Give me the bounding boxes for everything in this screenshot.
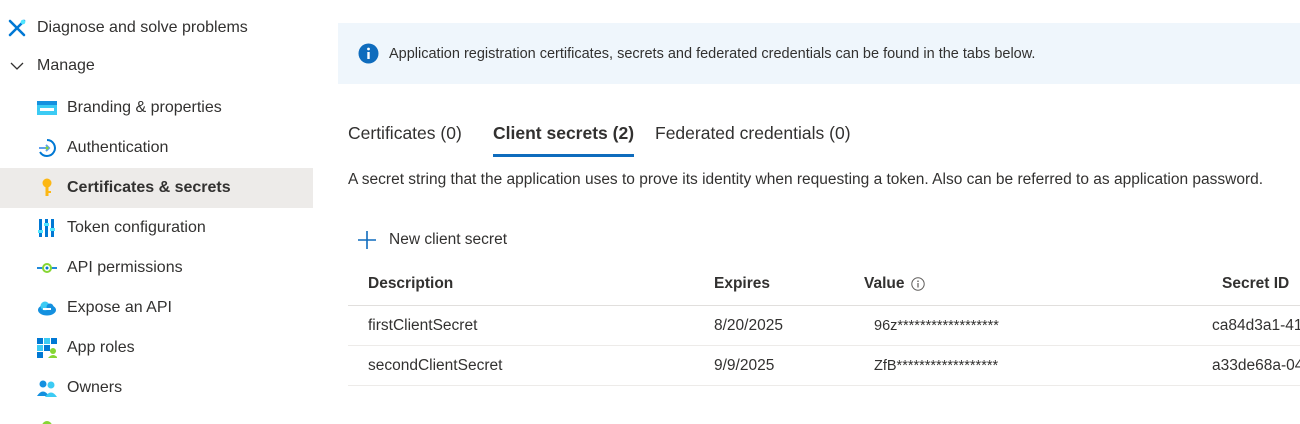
- table-header-row: Description Expires Value Secret ID: [348, 263, 1300, 306]
- tab-federated-credentials[interactable]: Federated credentials (0): [655, 118, 851, 154]
- api-permissions-icon: [37, 258, 57, 278]
- sidebar-item-label: Authentication: [67, 139, 169, 156]
- nav-diagnose-solve[interactable]: Diagnose and solve problems: [0, 9, 313, 47]
- authentication-icon: [37, 138, 57, 158]
- sidebar-item-expose-api[interactable]: Expose an API: [0, 288, 313, 328]
- info-banner: Application registration certificates, s…: [338, 23, 1300, 84]
- plus-icon: [356, 229, 378, 251]
- sidebar-item-label: API permissions: [67, 259, 183, 276]
- tab-label: Client secrets (2): [493, 123, 635, 143]
- sidebar-item-app-roles[interactable]: App roles: [0, 328, 313, 368]
- client-secrets-description: A secret string that the application use…: [348, 171, 1264, 188]
- owners-icon: [37, 378, 57, 398]
- sidebar-item-label: App roles: [67, 339, 135, 356]
- tab-strip: Certificates (0) Client secrets (2) Fede…: [348, 118, 1300, 158]
- nav-label: Manage: [37, 57, 95, 74]
- new-client-secret-label: New client secret: [389, 231, 508, 248]
- branding-icon: [37, 98, 57, 118]
- sidebar: Diagnose and solve problems Manage Brand…: [0, 0, 313, 424]
- column-header-value[interactable]: Value: [864, 263, 925, 305]
- user-icon: [37, 416, 57, 424]
- nav-label: Diagnose and solve problems: [37, 19, 248, 36]
- tab-label: Certificates (0): [348, 123, 462, 143]
- new-client-secret-button[interactable]: New client secret: [356, 226, 507, 254]
- tab-client-secrets[interactable]: Client secrets (2): [493, 118, 635, 157]
- key-icon: [37, 178, 57, 198]
- sidebar-item-owners[interactable]: Owners: [0, 368, 313, 408]
- sidebar-item-partial[interactable]: [0, 408, 313, 424]
- sidebar-item-label: Certificates & secrets: [67, 179, 231, 196]
- column-header-value-label: Value: [864, 275, 905, 292]
- sidebar-item-certificates-secrets[interactable]: Certificates & secrets: [0, 168, 313, 208]
- sidebar-item-label: Expose an API: [67, 299, 172, 316]
- tab-certificates[interactable]: Certificates (0): [348, 118, 462, 154]
- cell-secret-id: ca84d3a1-41: [1212, 316, 1300, 334]
- sidebar-item-api-permissions[interactable]: API permissions: [0, 248, 313, 288]
- column-header-secret-id[interactable]: Secret ID: [1222, 263, 1289, 305]
- table-row[interactable]: firstClientSecret 8/20/2025 96z*********…: [348, 306, 1300, 346]
- tab-label: Federated credentials (0): [655, 123, 851, 143]
- cell-description: secondClientSecret: [368, 356, 503, 374]
- token-icon: [37, 218, 57, 238]
- info-circle-icon[interactable]: [910, 277, 925, 291]
- table-row[interactable]: secondClientSecret 9/9/2025 ZfB*********…: [348, 346, 1300, 386]
- nav-manage-group[interactable]: Manage: [0, 47, 313, 85]
- cell-expires: 9/9/2025: [714, 356, 775, 374]
- app-roles-icon: [37, 338, 57, 358]
- cloud-icon: [37, 298, 57, 318]
- info-banner-text: Application registration certificates, s…: [389, 45, 1036, 62]
- cell-description: firstClientSecret: [368, 316, 478, 334]
- sidebar-item-label: Branding & properties: [67, 99, 222, 116]
- cell-value: 96z******************: [874, 317, 999, 334]
- chevron-down-icon: [8, 57, 26, 75]
- sidebar-item-label: Token configuration: [67, 219, 206, 236]
- sidebar-item-label: Owners: [67, 379, 123, 396]
- wrench-icon: [8, 19, 26, 37]
- cell-expires: 8/20/2025: [714, 316, 783, 334]
- cell-value: ZfB******************: [874, 357, 999, 374]
- sidebar-item-token-configuration[interactable]: Token configuration: [0, 208, 313, 248]
- sidebar-item-authentication[interactable]: Authentication: [0, 128, 313, 168]
- column-header-expires[interactable]: Expires: [714, 263, 770, 305]
- column-header-description[interactable]: Description: [368, 263, 453, 305]
- cell-secret-id: a33de68a-04: [1212, 356, 1300, 374]
- info-icon: [358, 43, 379, 64]
- sidebar-item-branding[interactable]: Branding & properties: [0, 88, 313, 128]
